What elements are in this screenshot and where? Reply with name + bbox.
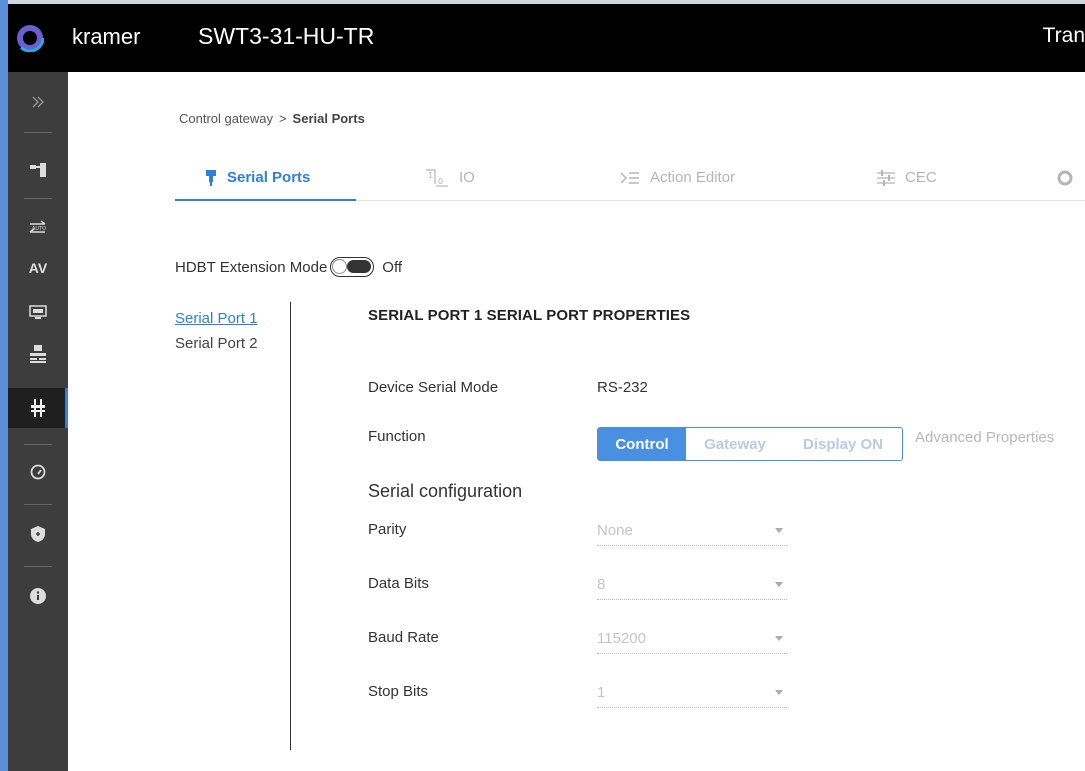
sidebar-item-info[interactable] [8,576,68,616]
av-icon: AV [28,260,48,276]
data-bits-select[interactable]: 8 [597,576,787,600]
diagnostics-gauge-icon [30,464,46,480]
advanced-properties-link[interactable]: Advanced Properties [915,429,1054,446]
tab-bar: Serial Ports 10 IO Action Editor CEC [175,155,1085,201]
baud-rate-select[interactable]: 115200 [597,630,787,654]
function-option-gateway[interactable]: Gateway [686,428,784,460]
io-icon: 10 [425,168,449,187]
sidebar-item-av[interactable]: AV [8,248,68,288]
security-shield-icon [31,526,45,542]
expand-sidebar-button[interactable] [8,82,68,122]
chevron-down-icon [775,636,783,641]
port-item-serial-port-2[interactable]: Serial Port 2 [175,335,258,352]
serial-port-list: Serial Port 1 Serial Port 2 [175,310,258,352]
auto-switch-icon: AUTO [29,220,46,233]
tab-label: CEC [905,169,937,186]
svg-text:AUTO: AUTO [32,226,46,232]
info-icon [30,588,46,604]
sidebar-divider [24,504,52,505]
parity-label: Parity [368,521,407,538]
function-option-display-on[interactable]: Display ON [784,428,902,460]
tab-more[interactable] [1057,155,1073,200]
stop-bits-value: 1 [597,684,606,701]
port-item-serial-port-1[interactable]: Serial Port 1 [175,310,258,327]
tab-serial-ports[interactable]: Serial Ports [205,155,310,200]
toggle-knob [332,259,348,274]
sidebar-item-control-gateway[interactable] [8,388,68,428]
parity-select[interactable]: None [597,522,787,546]
control-gateway-icon [31,399,45,417]
sidebar-item-settings[interactable] [8,334,68,374]
hdbt-extension-toggle[interactable] [330,257,375,277]
sidebar-divider [24,444,52,445]
parity-value: None [597,522,633,539]
kramer-logo-icon [16,24,44,52]
chevron-down-icon [775,690,783,695]
chevron-down-icon [775,528,783,533]
cec-sliders-icon [877,169,895,186]
sidebar: AUTO AV [8,72,68,771]
sidebar-item-security[interactable] [8,514,68,554]
breadcrumb-separator: > [278,111,287,126]
sidebar-divider [24,132,52,133]
edid-icon [29,305,47,319]
svg-text:1: 1 [428,171,433,180]
tab-label: IO [459,169,475,186]
function-label: Function [368,428,426,445]
sidebar-item-routing[interactable] [8,150,68,190]
stop-bits-label: Stop Bits [368,683,429,700]
serial-port-icon [205,169,217,186]
baud-rate-value: 115200 [597,630,646,647]
device-serial-mode-value: RS-232 [597,379,648,396]
tab-action-editor[interactable]: Action Editor [620,155,735,200]
data-bits-value: 8 [597,576,606,593]
header-right-text[interactable]: Tran [1043,24,1085,48]
device-serial-mode-label: Device Serial Mode [368,379,499,396]
app-header: kramer SWT3-31-HU-TR Tran [8,4,1085,72]
tab-label: Serial Ports [227,169,311,186]
breadcrumb-current: Serial Ports [292,111,365,126]
sidebar-item-auto-switch[interactable]: AUTO [8,208,68,248]
sidebar-item-edid[interactable] [8,292,68,332]
hdbt-extension-state: Off [382,258,403,276]
expand-chevrons-icon [32,96,44,108]
serial-configuration-heading: Serial configuration [368,481,523,501]
sidebar-item-diagnostics[interactable] [8,452,68,492]
properties-title: SERIAL PORT 1 SERIAL PORT PROPERTIES [368,307,691,324]
brand-name: kramer [72,24,141,49]
partial-tab-icon [1057,170,1073,185]
data-bits-label: Data Bits [368,575,429,592]
active-tab-indicator [175,199,356,201]
action-editor-icon [620,171,640,184]
function-option-control[interactable]: Control [598,428,686,460]
function-segmented-control: Control Gateway Display ON [597,427,903,461]
breadcrumb-parent[interactable]: Control gateway [179,111,273,126]
tab-label: Action Editor [650,169,736,186]
panel-divider [290,302,291,750]
routing-icon [30,163,46,177]
baud-rate-label: Baud Rate [368,629,439,646]
stop-bits-select[interactable]: 1 [597,684,787,708]
hdbt-extension-mode: HDBT Extension Mode Off [175,257,402,277]
settings-panel-icon [30,345,46,363]
device-name: SWT3-31-HU-TR [198,23,375,49]
toggle-track-fill [347,260,372,273]
sidebar-divider [24,198,52,199]
hdbt-extension-label: HDBT Extension Mode [175,258,328,276]
tab-io[interactable]: 10 IO [425,155,475,200]
sidebar-divider [24,566,52,567]
chevron-down-icon [775,582,783,587]
tab-cec[interactable]: CEC [877,155,937,200]
svg-text:0: 0 [438,177,443,186]
breadcrumb: Control gateway > Serial Ports [179,111,365,126]
window-left-edge [0,0,8,771]
